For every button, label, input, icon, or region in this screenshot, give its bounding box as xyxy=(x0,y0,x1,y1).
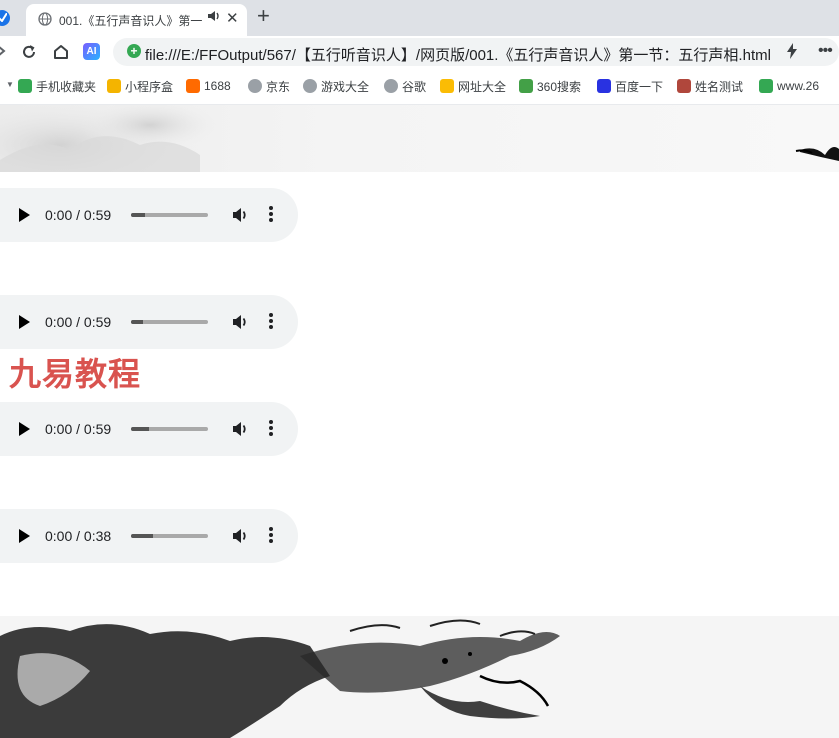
360-search-icon xyxy=(519,79,533,93)
tab-active[interactable]: 001.《五行声音识人》第一节：五行声相 ✕ xyxy=(26,4,247,36)
time-display: 0:00 / 0:59 xyxy=(45,421,112,437)
seek-bar[interactable] xyxy=(131,320,208,324)
toolbar: AI + file:///E:/FFOutput/567/【五行听音识人】/网页… xyxy=(0,36,839,68)
bookmarks-bar: ▼ 手机收藏夹 小程序盒 1688 京东 游戏大全 谷歌 网址大全 360搜索 百度一下 姓名测试… xyxy=(0,68,839,105)
bookmark-label: www.26 xyxy=(777,79,820,93)
audio-player[interactable]: 0:00 / 0:38 xyxy=(0,509,298,563)
ink-horse-banner xyxy=(0,616,839,738)
play-icon[interactable] xyxy=(19,529,30,543)
audio-player[interactable]: 0:00 / 0:59 xyxy=(0,295,298,349)
ink-landscape-banner xyxy=(0,105,839,172)
bookmark-label: 谷歌 xyxy=(402,79,427,94)
globe-icon xyxy=(303,79,317,93)
more-options-icon[interactable] xyxy=(266,311,276,333)
reload-icon[interactable] xyxy=(20,43,38,66)
audio-player[interactable]: 0:00 / 0:59 xyxy=(0,402,298,456)
seek-progress xyxy=(131,427,149,431)
volume-icon[interactable] xyxy=(231,313,249,336)
bookmark-label: 游戏大全 xyxy=(321,79,370,94)
globe-icon xyxy=(248,79,262,93)
globe-icon xyxy=(384,79,398,93)
bookmark-label: 姓名测试 xyxy=(695,79,744,94)
ai-assistant-icon[interactable]: AI xyxy=(83,43,100,60)
lightning-icon[interactable] xyxy=(786,43,798,64)
close-icon[interactable]: ✕ xyxy=(226,9,239,27)
watermark-text: 九易教程 xyxy=(9,355,142,393)
forward-icon[interactable] xyxy=(0,43,6,64)
secure-shield-icon: + xyxy=(127,44,141,58)
seek-progress xyxy=(131,320,143,324)
seek-progress xyxy=(131,534,154,538)
bookmark-item[interactable]: 网址大全 xyxy=(440,78,506,94)
address-bar[interactable]: + file:///E:/FFOutput/567/【五行听音识人】/网页版/0… xyxy=(113,38,839,66)
play-icon[interactable] xyxy=(19,315,30,329)
bookmark-label: 京东 xyxy=(266,79,291,94)
bookmark-item[interactable]: 360搜索 xyxy=(519,78,581,94)
more-options-icon[interactable] xyxy=(266,525,276,547)
navigation-icon xyxy=(440,79,454,93)
new-tab-button[interactable]: + xyxy=(257,4,270,28)
tab-title: 001.《五行声音识人》第一节：五行声相 xyxy=(59,14,202,28)
bookmark-item[interactable]: 京东 xyxy=(248,78,290,94)
play-icon[interactable] xyxy=(19,422,30,436)
globe-icon xyxy=(38,12,52,31)
bookmark-label: 1688 xyxy=(204,79,231,93)
more-options-icon[interactable] xyxy=(266,418,276,440)
play-icon[interactable] xyxy=(19,208,30,222)
volume-icon[interactable] xyxy=(231,527,249,550)
bookmark-item[interactable]: 1688 xyxy=(186,78,231,94)
bookmark-item[interactable]: 百度一下 xyxy=(597,78,663,94)
seek-progress xyxy=(131,213,145,217)
time-display: 0:00 / 0:59 xyxy=(45,207,112,223)
bookmark-label: 手机收藏夹 xyxy=(36,79,97,94)
page-content: 九易教程 0:00 / 0:59 0:00 / 0:59 0:00 / 0:59 0:… xyxy=(0,105,839,738)
phone-icon xyxy=(18,79,32,93)
home-icon[interactable] xyxy=(52,43,70,66)
url-text: file:///E:/FFOutput/567/【五行听音识人】/网页版/001… xyxy=(145,47,771,64)
time-display: 0:00 / 0:59 xyxy=(45,314,112,330)
miniapp-icon xyxy=(107,79,121,93)
more-menu-icon[interactable]: ••• xyxy=(818,42,833,60)
bookmark-item[interactable]: 姓名测试 xyxy=(677,78,743,94)
1688-icon xyxy=(186,79,200,93)
bookmark-item[interactable]: 手机收藏夹 xyxy=(18,78,96,94)
bookmark-item[interactable]: 小程序盒 xyxy=(107,78,173,94)
seek-bar[interactable] xyxy=(131,534,208,538)
seek-bar[interactable] xyxy=(131,213,208,217)
seek-bar[interactable] xyxy=(131,427,208,431)
browser-badge-icon xyxy=(0,10,10,26)
bookmark-item[interactable]: www.26 xyxy=(759,78,819,94)
www-icon xyxy=(759,79,773,93)
bookmark-label: 百度一下 xyxy=(615,79,664,94)
bookmark-label: 小程序盒 xyxy=(125,79,174,94)
time-display: 0:00 / 0:38 xyxy=(45,528,112,544)
bookmark-label: 网址大全 xyxy=(458,79,507,94)
volume-icon[interactable] xyxy=(231,206,249,229)
tab-strip: 001.《五行声音识人》第一节：五行声相 ✕ + xyxy=(0,0,839,36)
volume-icon[interactable] xyxy=(231,420,249,443)
chevron-down-icon[interactable]: ▼ xyxy=(6,80,14,89)
baidu-paw-icon xyxy=(597,79,611,93)
bookmark-item[interactable]: 游戏大全 xyxy=(303,78,369,94)
speaker-icon[interactable] xyxy=(207,10,221,25)
bookmark-item[interactable]: 谷歌 xyxy=(384,78,426,94)
audio-player[interactable]: 0:00 / 0:59 xyxy=(0,188,298,242)
name-test-icon xyxy=(677,79,691,93)
more-options-icon[interactable] xyxy=(266,204,276,226)
bookmark-label: 360搜索 xyxy=(537,79,582,94)
